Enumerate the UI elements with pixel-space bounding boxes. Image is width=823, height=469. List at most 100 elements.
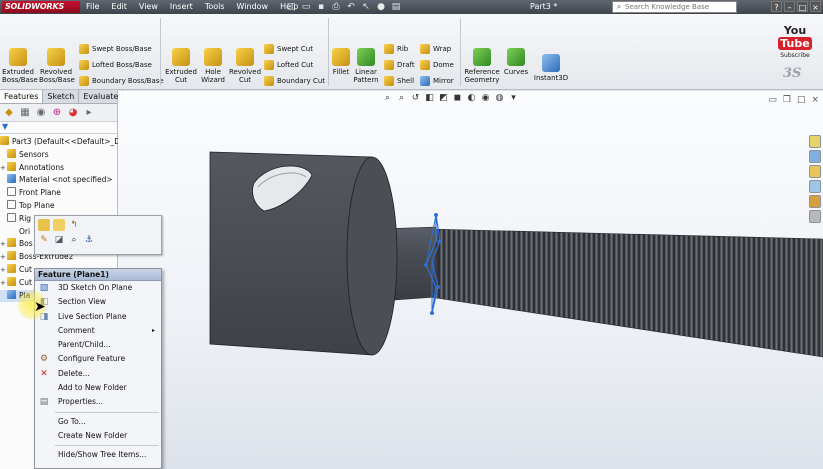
menu-item-parent-child[interactable]: Parent/Child... bbox=[35, 338, 161, 352]
select-arrow-icon[interactable]: ↖ bbox=[360, 1, 372, 13]
property-manager-icon[interactable]: ▦ bbox=[18, 106, 32, 120]
open-folder-icon[interactable]: ▭ bbox=[300, 1, 312, 13]
menu-item-delete[interactable]: ✕ Delete... bbox=[35, 367, 161, 381]
swept-cut-button[interactable]: Swept Cut bbox=[264, 44, 313, 54]
help-icon[interactable]: ? bbox=[771, 1, 782, 12]
boundary-boss-button[interactable]: Boundary Boss/Base bbox=[79, 76, 164, 86]
menu-window[interactable]: Window bbox=[237, 0, 269, 14]
sketch-icon[interactable]: ✎ bbox=[38, 234, 50, 246]
tree-item-part[interactable]: Part3 (Default<<Default>_Disp bbox=[0, 136, 131, 149]
shell-button[interactable]: Shell bbox=[384, 76, 414, 86]
expand-icon[interactable]: + bbox=[0, 162, 7, 175]
undo-icon[interactable]: ↶ bbox=[345, 1, 357, 13]
tab-sketch[interactable]: Sketch bbox=[43, 90, 80, 103]
menu-edit[interactable]: Edit bbox=[111, 0, 127, 14]
menu-item-hide-show-tree-items[interactable]: Hide/Show Tree Items... bbox=[35, 448, 161, 462]
menu-item-configure-feature[interactable]: ⚙ Configure Feature bbox=[35, 352, 161, 366]
menu-insert[interactable]: Insert bbox=[170, 0, 193, 14]
revolved-boss-button[interactable]: Revolved Boss/Base bbox=[39, 48, 75, 84]
ribbon-divider bbox=[460, 18, 461, 86]
menu-item-go-to[interactable]: Go To... bbox=[35, 415, 161, 429]
configure-icon: ⚙ bbox=[39, 354, 49, 365]
boundary-cut-button[interactable]: Boundary Cut bbox=[264, 76, 325, 86]
dimxpert-icon[interactable]: ⊕ bbox=[50, 106, 64, 120]
menu-item-comment[interactable]: Comment ▸ bbox=[35, 324, 161, 338]
reference-geometry-button[interactable]: Reference Geometry bbox=[462, 48, 502, 84]
expand-icon[interactable]: + bbox=[0, 238, 7, 251]
hole-wizard-button[interactable]: Hole Wizard bbox=[198, 48, 228, 84]
menu-bar: File Edit View Insert Tools Window Help bbox=[86, 0, 298, 14]
menu-view[interactable]: View bbox=[139, 0, 158, 14]
menu-item-create-new-folder[interactable]: Create New Folder bbox=[35, 429, 161, 443]
search-box[interactable]: ⌕ bbox=[612, 1, 737, 13]
menu-item-add-to-new-folder[interactable]: Add to New Folder bbox=[35, 381, 161, 395]
instant3d-icon bbox=[542, 54, 560, 72]
extruded-cut-button[interactable]: Extruded Cut bbox=[164, 48, 198, 84]
options-icon[interactable]: ▤ bbox=[390, 1, 402, 13]
document-title: Part3 * bbox=[530, 2, 558, 11]
menu-item-3d-sketch-on-plane[interactable]: ▧ 3D Sketch On Plane bbox=[35, 281, 161, 295]
menu-file[interactable]: File bbox=[86, 0, 99, 14]
swept-boss-button[interactable]: Swept Boss/Base bbox=[79, 44, 152, 54]
extruded-boss-button[interactable]: Extruded Boss/Base bbox=[2, 48, 38, 84]
tree-item-top-plane[interactable]: Top Plane bbox=[0, 199, 117, 213]
menu-item-section-view[interactable]: ◧Section View bbox=[35, 295, 161, 309]
model-view[interactable] bbox=[118, 91, 823, 469]
display-manager-icon[interactable]: ◕ bbox=[66, 106, 80, 120]
zoom-selection-icon[interactable]: ⌕ bbox=[68, 234, 80, 246]
expand-icon[interactable]: + bbox=[0, 251, 7, 264]
graphics-area[interactable]: ⌕ ⌕ ↺ ◧ ◩ ◼ ◐ ◉ ◍ ▾ ▭ ❐ □ × bbox=[118, 91, 823, 469]
linear-pattern-button[interactable]: Linear Pattern bbox=[352, 48, 380, 84]
tab-features[interactable]: Features bbox=[0, 90, 44, 103]
search-input[interactable] bbox=[625, 3, 725, 11]
origin-icon bbox=[7, 226, 16, 235]
mouse-cursor-icon: ➤ bbox=[34, 299, 46, 315]
minimize-button[interactable]: – bbox=[784, 1, 795, 12]
feature-manager-icon[interactable]: ◆ bbox=[2, 106, 16, 120]
curves-icon bbox=[507, 48, 525, 66]
tree-item-material[interactable]: Material <not specified> bbox=[0, 174, 117, 187]
thread-section[interactable] bbox=[421, 228, 823, 358]
edit-sketch-icon[interactable] bbox=[53, 219, 65, 231]
draft-button[interactable]: Draft bbox=[384, 60, 415, 70]
lofted-boss-button[interactable]: Lofted Boss/Base bbox=[79, 60, 152, 70]
wrap-button[interactable]: Wrap bbox=[420, 44, 451, 54]
extruded-cut-icon bbox=[172, 48, 190, 66]
lofted-boss-icon bbox=[79, 60, 89, 70]
save-icon[interactable]: ▪ bbox=[315, 1, 327, 13]
lofted-cut-button[interactable]: Lofted Cut bbox=[264, 60, 313, 70]
suppress-icon[interactable]: ↰ bbox=[68, 219, 80, 231]
close-button[interactable]: × bbox=[810, 1, 821, 12]
cylinder-body[interactable] bbox=[186, 151, 398, 356]
app-logo[interactable]: SOLIDWORKS bbox=[2, 1, 80, 13]
cut-icon bbox=[7, 276, 16, 286]
tree-item-sensors[interactable]: Sensors bbox=[0, 148, 117, 162]
youtube-logo[interactable]: YouTube Subscribe bbox=[772, 24, 818, 59]
normal-to-icon[interactable]: ◪ bbox=[53, 234, 65, 246]
maximize-button[interactable]: □ bbox=[797, 1, 808, 12]
expand-icon[interactable]: + bbox=[0, 264, 7, 277]
tab-evaluate[interactable]: Evaluate bbox=[79, 90, 124, 103]
menu-item-properties[interactable]: ▤ Properties... bbox=[35, 395, 161, 409]
menu-item-live-section-plane[interactable]: ◨ Live Section Plane bbox=[35, 310, 161, 324]
tree-item-front-plane[interactable]: Front Plane bbox=[0, 187, 117, 200]
menu-tools[interactable]: Tools bbox=[205, 0, 225, 14]
edit-feature-icon[interactable] bbox=[38, 219, 50, 231]
tree-item-annotations[interactable]: + Annotations bbox=[0, 161, 117, 175]
expand-icon[interactable]: + bbox=[0, 277, 7, 290]
dome-button[interactable]: Dome bbox=[420, 60, 454, 70]
expand-panel-icon[interactable]: ▸ bbox=[82, 106, 96, 120]
new-document-icon[interactable]: □ bbox=[285, 1, 297, 13]
configuration-manager-icon[interactable]: ◉ bbox=[34, 106, 48, 120]
anchor-icon[interactable]: ⚓ bbox=[83, 234, 95, 246]
rib-button[interactable]: Rib bbox=[384, 44, 408, 54]
print-icon[interactable]: ⎙ bbox=[330, 1, 342, 13]
revolved-cut-button[interactable]: Revolved Cut bbox=[228, 48, 262, 84]
fillet-button[interactable]: Fillet bbox=[330, 48, 352, 76]
mirror-button[interactable]: Mirror bbox=[420, 76, 454, 86]
instant3d-button[interactable]: Instant3D bbox=[532, 54, 570, 82]
curves-button[interactable]: Curves bbox=[502, 48, 530, 76]
subscribe-label[interactable]: Subscribe bbox=[772, 52, 818, 59]
filter-bar[interactable]: ▼ bbox=[0, 122, 117, 134]
rebuild-icon[interactable]: ● bbox=[375, 1, 387, 13]
